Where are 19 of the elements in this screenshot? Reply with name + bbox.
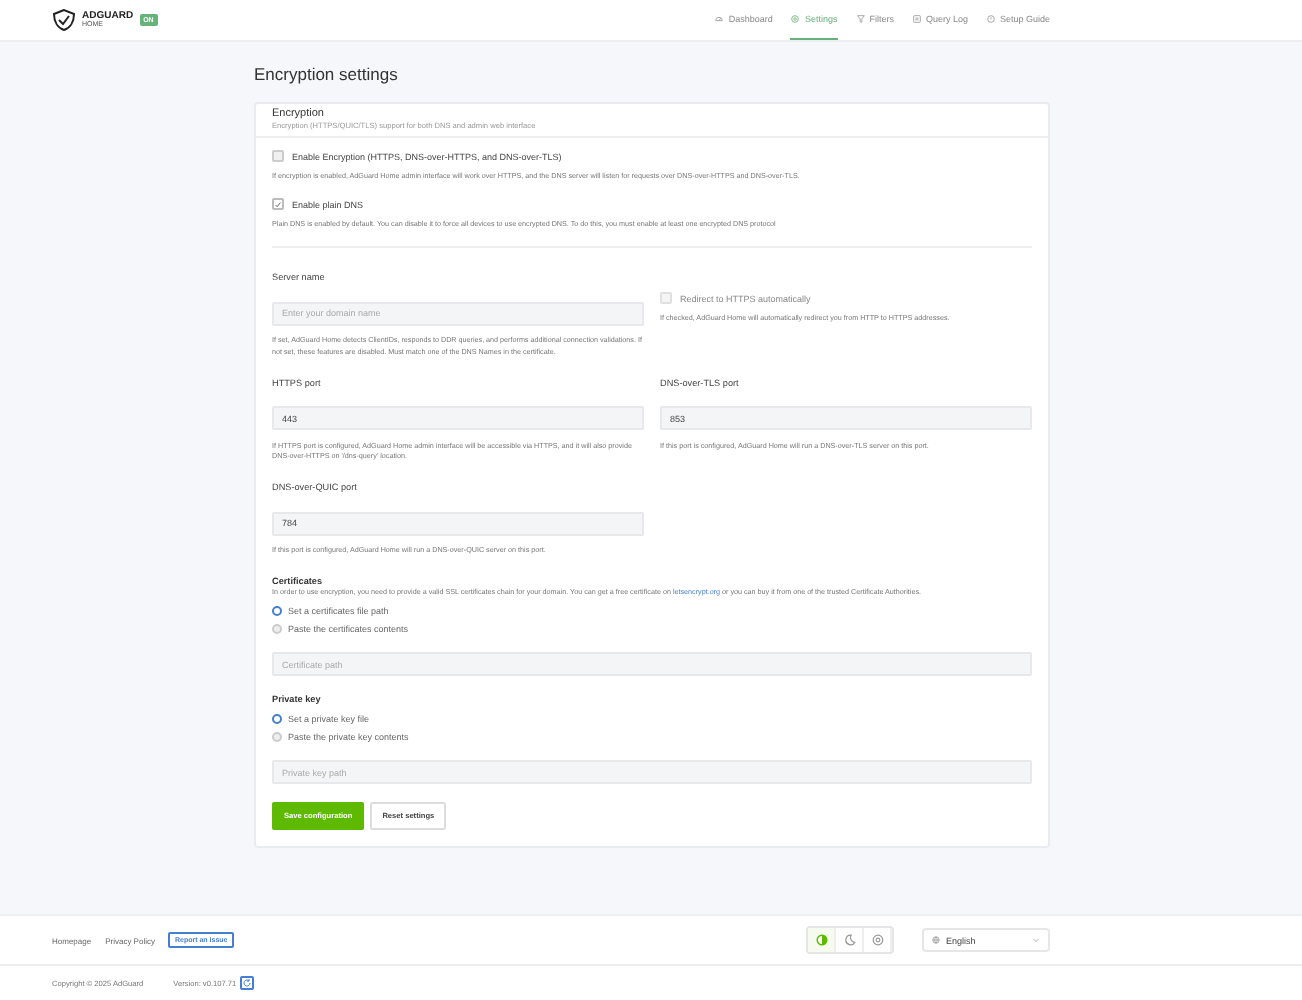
refresh-button[interactable] (240, 976, 255, 990)
refresh-icon (242, 978, 253, 988)
radio-button[interactable] (272, 605, 282, 616)
radio-button[interactable] (272, 623, 282, 634)
page-title: Encryption settings (254, 64, 400, 84)
checkbox[interactable] (272, 198, 284, 211)
radio-button[interactable] (272, 713, 282, 724)
info-icon (985, 14, 996, 24)
gauge-icon (714, 14, 725, 24)
chevron-icon (1032, 936, 1040, 944)
theme-button[interactable] (808, 928, 836, 952)
shield-logo-icon (52, 8, 76, 32)
gear-icon (790, 14, 801, 24)
checkbox[interactable] (272, 150, 284, 162)
contrast-icon (815, 934, 827, 946)
document-icon (911, 14, 922, 24)
radio-button[interactable] (272, 731, 282, 742)
funnel-icon (855, 14, 866, 24)
moon-icon (843, 934, 855, 946)
